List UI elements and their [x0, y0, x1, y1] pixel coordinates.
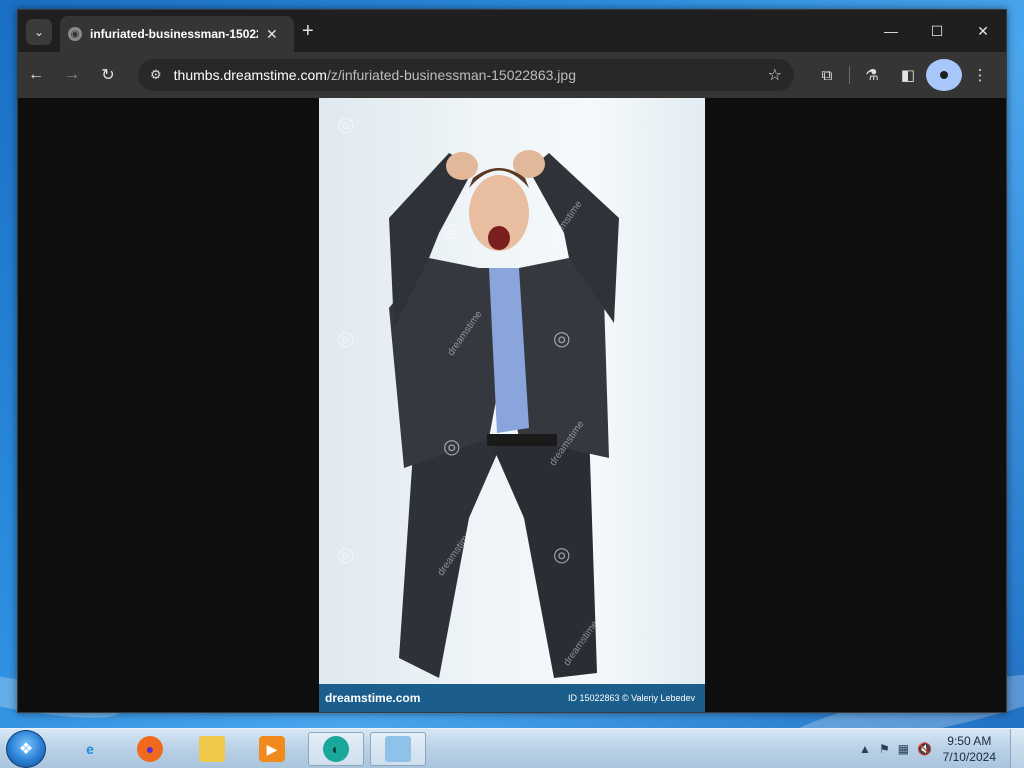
clock-date: 7/10/2024 [942, 750, 996, 764]
browser-toolbar: ← → ↻ ⚙ thumbs.dreamstime.com/z/infuriat… [18, 52, 1006, 98]
clock[interactable]: 9:50 AM 7/10/2024 [943, 733, 996, 765]
taskbar-ie[interactable]: e [62, 732, 118, 766]
back-button[interactable]: ← [18, 59, 54, 91]
network-icon[interactable]: ▦ [898, 742, 909, 756]
stock-photo[interactable]: ◎ ◎ ◎ ◎ ◎ ◎ ◎ dreamstime dreamstime drea… [319, 98, 705, 712]
firefox-icon: ● [137, 736, 163, 762]
windows-logo-icon: ❖ [18, 741, 34, 758]
watermark-icon: ◎ [337, 328, 355, 350]
side-panel-icon[interactable]: ◧ [890, 59, 926, 91]
photo-credit-bar: dreamstime.com ID 15022863 © Valeriy Leb… [319, 684, 705, 712]
tab-search-button[interactable]: ⌄ [26, 19, 52, 45]
menu-icon[interactable]: ⋮ [962, 59, 998, 91]
taskbar-chrome[interactable]: ◐ [308, 732, 364, 766]
reload-button[interactable]: ↻ [90, 59, 126, 91]
notepad-icon [385, 736, 411, 762]
start-button[interactable]: ❖ [6, 730, 46, 768]
show-desktop-button[interactable] [1010, 729, 1024, 768]
chevron-down-icon: ⌄ [33, 25, 45, 39]
taskbar: ❖ e ● ▶ ◐ ▲ ⚑ ▦ 🔇 9:50 AM 7/10/2024 [0, 728, 1024, 768]
watermark-icon: ◎ [443, 436, 461, 458]
forward-button[interactable]: → [54, 59, 90, 91]
volume-muted-icon[interactable]: 🔇 [917, 742, 932, 756]
window-controls: — ☐ ✕ [868, 10, 1006, 42]
tray-expand-icon[interactable]: ▲ [859, 742, 871, 756]
media-player-icon: ▶ [259, 736, 285, 762]
watermark-icon: ◎ [337, 544, 355, 566]
watermark-icon: ◎ [553, 544, 571, 566]
labs-icon[interactable]: ⚗ [854, 59, 890, 91]
photo-brand: dreamstime.com [325, 691, 421, 705]
photo-credit: ID 15022863 © Valeriy Lebedev [567, 693, 695, 703]
new-tab-button[interactable]: + [302, 21, 314, 41]
url-path: /z/infuriated-businessman-15022863.jpg [326, 67, 576, 83]
internet-explorer-icon: e [86, 741, 94, 757]
close-window-button[interactable]: ✕ [960, 10, 1006, 52]
maximize-button[interactable]: ☐ [914, 10, 960, 52]
toolbar-divider [849, 66, 850, 84]
watermark-icon: ◎ [443, 220, 461, 242]
extensions-icon[interactable]: ⧉ [809, 59, 845, 91]
system-tray: ▲ ⚑ ▦ 🔇 [855, 729, 936, 768]
page-content: ◎ ◎ ◎ ◎ ◎ ◎ ◎ dreamstime dreamstime drea… [18, 98, 1006, 712]
browser-app-icon: ◐ [323, 736, 349, 762]
globe-icon: ◉ [68, 27, 82, 41]
toolbar-right: ⧉ ⚗ ◧ ⋮ [809, 59, 998, 91]
taskbar-notepad[interactable] [370, 732, 426, 766]
tab-strip: ⌄ ◉ infuriated-businessman-15022863.jpg … [18, 10, 1006, 52]
businessman-figure [389, 150, 619, 678]
taskbar-firefox[interactable]: ● [122, 732, 178, 766]
watermark-icon: ◎ [337, 114, 355, 136]
url-host: thumbs.dreamstime.com [173, 67, 327, 83]
browser-window: ⌄ ◉ infuriated-businessman-15022863.jpg … [17, 9, 1007, 713]
address-bar[interactable]: ⚙ thumbs.dreamstime.com/z/infuriated-bus… [138, 59, 794, 91]
tab-title: infuriated-businessman-15022863.jpg [90, 27, 258, 41]
tab-active[interactable]: ◉ infuriated-businessman-15022863.jpg ✕ [60, 16, 294, 52]
clock-time: 9:50 AM [947, 734, 992, 748]
url-text[interactable]: thumbs.dreamstime.com/z/infuriated-busin… [174, 67, 768, 83]
taskbar-media-player[interactable]: ▶ [244, 732, 300, 766]
site-info-icon[interactable]: ⚙ [150, 67, 162, 83]
tab-close-icon[interactable]: ✕ [266, 26, 278, 43]
profile-avatar-icon[interactable] [926, 59, 962, 91]
taskbar-explorer[interactable] [184, 732, 240, 766]
watermark-icon: ◎ [553, 328, 571, 350]
flag-icon[interactable]: ⚑ [879, 742, 890, 756]
bookmark-star-icon[interactable]: ☆ [768, 65, 782, 85]
minimize-button[interactable]: — [868, 10, 914, 52]
folder-icon [199, 736, 225, 762]
